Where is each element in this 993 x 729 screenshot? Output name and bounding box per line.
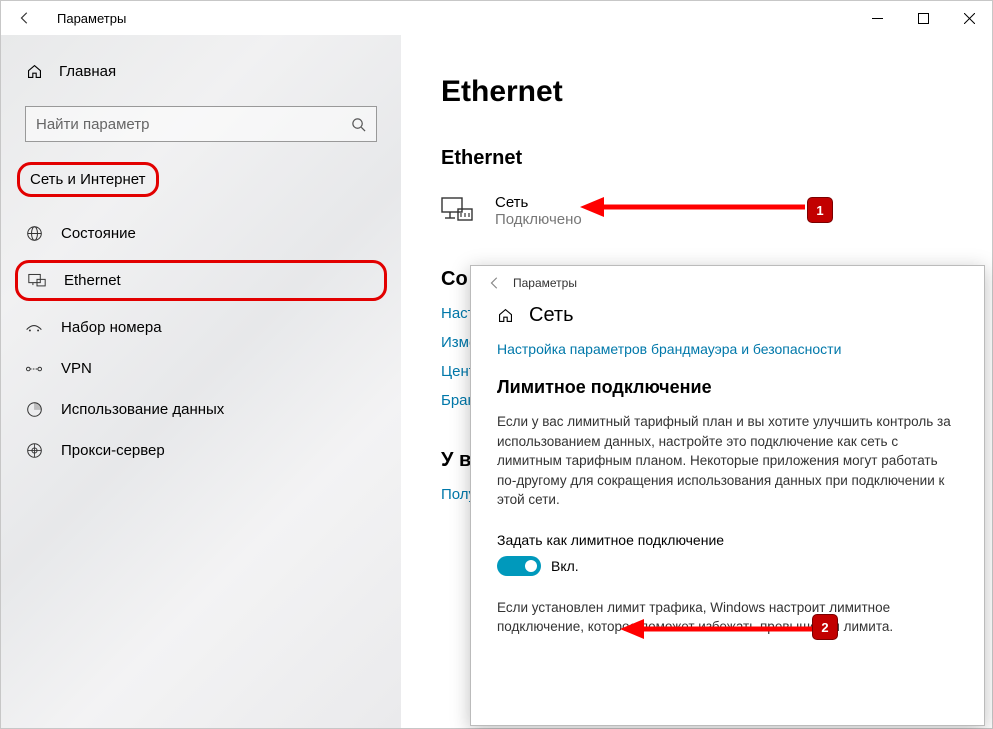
overlay-firewall-link[interactable]: Настройка параметров брандмауэра и безоп…: [497, 341, 958, 357]
overlay-paragraph: Если у вас лимитный тарифный план и вы х…: [497, 412, 958, 510]
overlay-toggle-label: Задать как лимитное подключение: [497, 532, 958, 548]
sidebar-item-label: Набор номера: [61, 319, 162, 336]
sidebar-nav: Состояние Ethernet Набор номера VPN Испо…: [3, 213, 399, 471]
sidebar-item-proxy[interactable]: Прокси-сервер: [3, 430, 399, 471]
window-title: Параметры: [57, 11, 126, 26]
minimize-button[interactable]: [854, 1, 900, 35]
close-button[interactable]: [946, 1, 992, 35]
ethernet-connection-icon: [441, 197, 477, 225]
home-icon: [497, 307, 515, 324]
overlay-section-heading: Лимитное подключение: [497, 377, 958, 398]
sidebar-item-label: Прокси-сервер: [61, 442, 165, 459]
globe-icon: [25, 225, 43, 242]
overlay-note: Если установлен лимит трафика, Windows н…: [497, 598, 958, 637]
sidebar-category: Сеть и Интернет: [17, 162, 159, 197]
search-box[interactable]: [25, 106, 377, 142]
toggle-state: Вкл.: [551, 558, 579, 574]
overlay-window: Параметры Сеть Настройка параметров бран…: [470, 265, 985, 726]
overlay-titlebar: Параметры: [471, 266, 984, 300]
sidebar-item-label: Состояние: [61, 225, 136, 242]
maximize-button[interactable]: [900, 1, 946, 35]
sidebar-item-ethernet[interactable]: Ethernet: [15, 260, 387, 301]
sidebar-item-vpn[interactable]: VPN: [3, 348, 399, 389]
page-title: Ethernet: [441, 75, 952, 109]
back-button[interactable]: [1, 1, 49, 35]
sidebar-home[interactable]: Главная: [3, 55, 399, 88]
connection-status: Подключено: [495, 211, 582, 228]
overlay-title: Параметры: [513, 276, 577, 290]
ethernet-icon: [28, 273, 46, 289]
sidebar: Главная Сеть и Интернет Состояние Ethern…: [1, 35, 401, 728]
search-icon: [351, 117, 366, 132]
sidebar-item-label: Ethernet: [64, 272, 121, 289]
section-heading: Ethernet: [441, 147, 952, 170]
proxy-icon: [25, 442, 43, 459]
overlay-home-label: Сеть: [529, 304, 573, 327]
overlay-back-button[interactable]: [477, 276, 513, 290]
sidebar-item-dialup[interactable]: Набор номера: [3, 307, 399, 348]
connection-row[interactable]: Сеть Подключено: [441, 194, 952, 228]
dialup-icon: [25, 321, 43, 335]
home-icon: [25, 63, 43, 80]
sidebar-item-data-usage[interactable]: Использование данных: [3, 389, 399, 430]
search-input[interactable]: [36, 116, 351, 133]
connection-name: Сеть: [495, 194, 582, 211]
sidebar-item-label: VPN: [61, 360, 92, 377]
data-usage-icon: [25, 401, 43, 418]
sidebar-item-status[interactable]: Состояние: [3, 213, 399, 254]
overlay-home[interactable]: Сеть: [497, 304, 958, 327]
sidebar-item-label: Использование данных: [61, 401, 224, 418]
titlebar: Параметры: [1, 1, 992, 35]
vpn-icon: [25, 362, 43, 376]
sidebar-home-label: Главная: [59, 63, 116, 80]
metered-connection-toggle[interactable]: [497, 556, 541, 576]
